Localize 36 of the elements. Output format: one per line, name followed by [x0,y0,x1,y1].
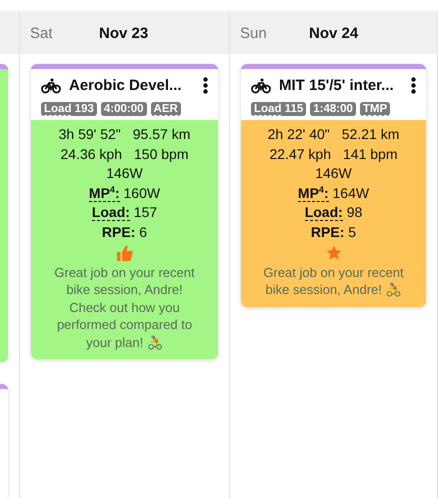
metric-line: RPE: 5 [310,224,356,240]
zone-tag: TMP [360,102,390,116]
workout-title[interactable]: Aerobic Devel... [69,77,195,94]
date-label: Nov 23 [99,24,148,42]
metric-line: RPE: 6 [102,224,148,240]
metric-line: MP$^{4}$: 160W [88,184,160,202]
stat-value: 22.47 kph [270,144,331,164]
metric-line: Load: 157 [92,204,158,222]
more-icon[interactable] [203,77,208,94]
stat-value: 2h 22' 40" [268,125,330,144]
stat-value: 3h 59' 52" [58,125,121,144]
more-icon[interactable] [411,77,416,94]
weekday-label: Sun [240,24,268,42]
stat-value: 95.57 km [132,125,190,144]
stat-value: 146W [106,164,143,184]
bike-icon [251,78,271,94]
zone-tag: AER [150,102,181,116]
weekday-label: Sat [30,24,54,42]
workout-title[interactable]: MIT 15'/5' inter... [279,77,403,94]
metric-line: MP$^{4}$: 164W [298,184,370,202]
metric-line: Load: 98 [304,204,362,222]
stat-value: 141 bpm [343,144,398,164]
bike-icon [41,78,61,94]
feedback-message: Great job on your recent bike session, Andre! 🚴 [262,264,405,299]
date-label: Nov 24 [309,24,358,42]
stat-value: 146W [315,164,352,184]
load-tag: Load 115 [251,102,306,116]
feedback-message: Great job on your recent bike session, Andre! Check out how you performed compared to your plan! 🚴 [53,264,196,352]
duration-tag: 4:00:00 [100,102,147,116]
stat-value: 150 bpm [134,144,188,164]
stat-value: 24.36 kph [60,144,122,164]
stat-value: 52.21 km [342,125,400,144]
duration-tag: 1:48:00 [310,102,356,116]
load-tag: Load 193 [41,102,97,116]
thumbs-up-icon [116,244,132,261]
star-icon [326,244,342,261]
